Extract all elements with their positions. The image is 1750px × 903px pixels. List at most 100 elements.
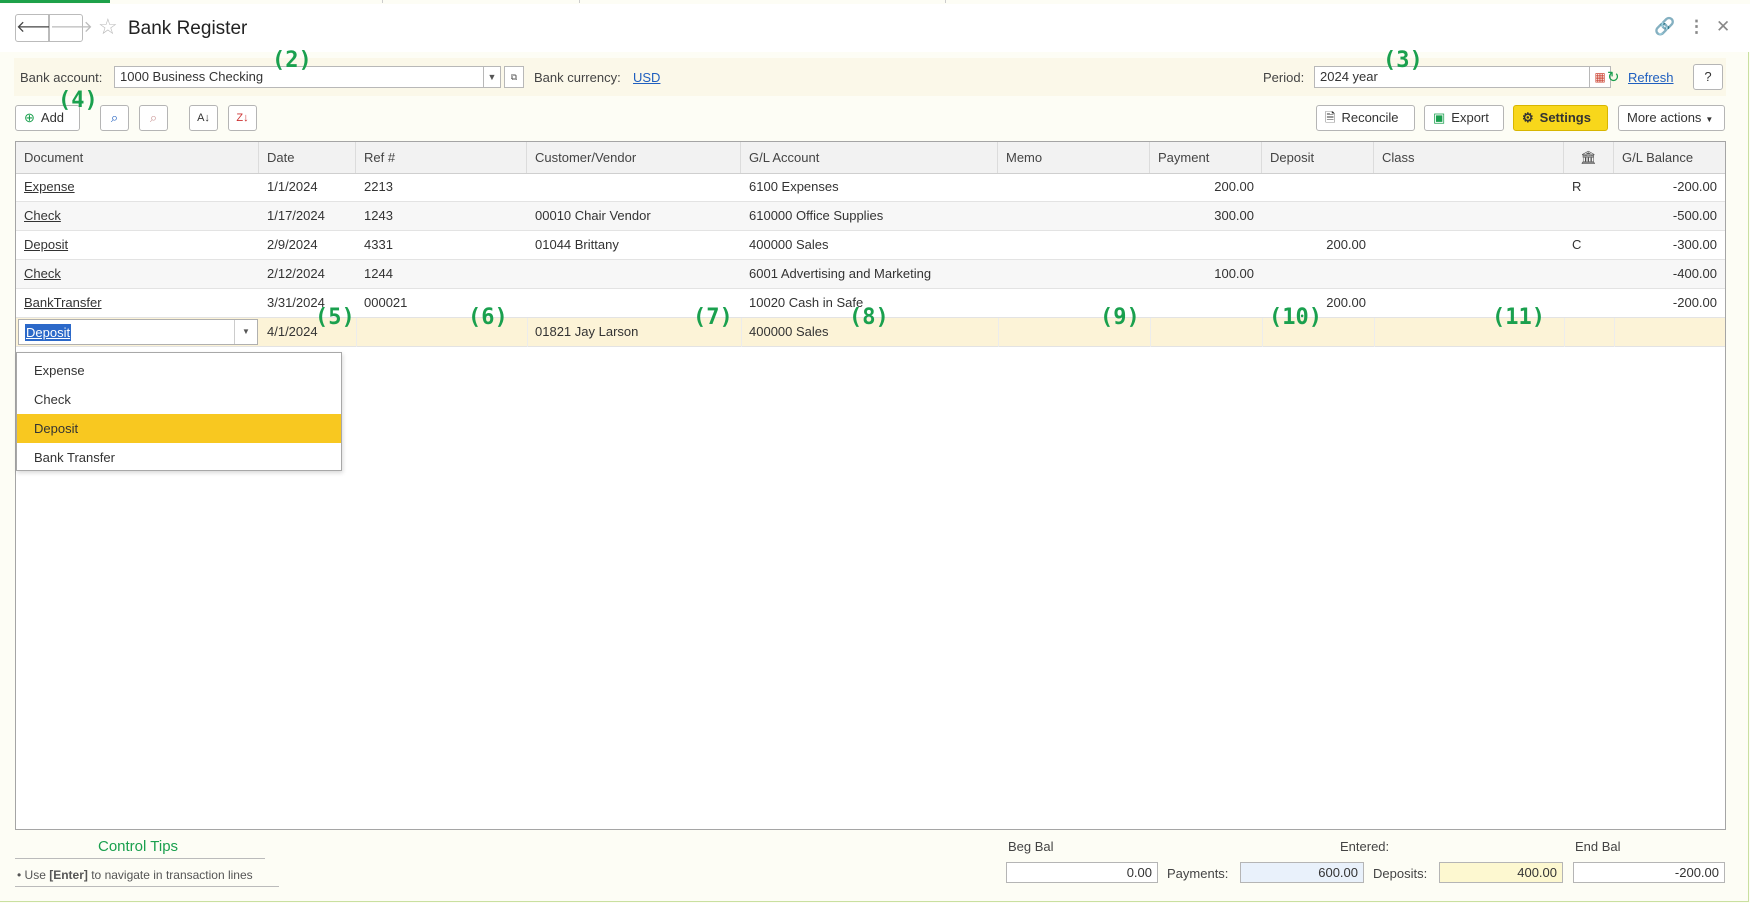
more-vert-icon[interactable]: ⋮ (1688, 18, 1705, 36)
sort-ascending-button[interactable]: A↓ (189, 105, 218, 131)
page-title: Bank Register (128, 18, 248, 39)
favorite-star-icon[interactable]: ☆ (98, 16, 118, 38)
chevron-down-icon: ▼ (487, 72, 497, 82)
end-bal-field: -200.00 (1573, 862, 1725, 883)
column-header-class[interactable]: Class (1374, 142, 1564, 173)
forward-button[interactable]: 🡒 (49, 14, 93, 42)
row-divider (356, 318, 357, 347)
period-label: Period: (1263, 70, 1305, 85)
export-button[interactable]: ▣ Export (1424, 105, 1504, 131)
document-type-dropdown: Expense Check Deposit Bank Transfer (16, 352, 342, 471)
close-icon[interactable]: ✕ (1716, 18, 1730, 36)
reconcile-button[interactable]: 🗎 Reconcile (1316, 105, 1415, 131)
row-divider (1564, 318, 1565, 347)
cell-ref: 1244 (364, 266, 393, 281)
help-button[interactable]: ? (1693, 64, 1723, 90)
more-actions-button[interactable]: More actions ▼ (1618, 105, 1725, 131)
cell-account: 6001 Advertising and Marketing (749, 266, 932, 281)
bank-currency-link[interactable]: USD (633, 70, 660, 85)
cell-customer: 00010 Chair Vendor (535, 208, 651, 223)
cell-memo (998, 202, 1150, 230)
document-type-editor[interactable]: Deposit ▼ (18, 319, 258, 345)
column-header-deposit[interactable]: Deposit (1262, 142, 1374, 173)
table-row[interactable]: Deposit 2/9/2024 4331 01044 Brittany 400000 … (16, 231, 1725, 260)
window-tab[interactable] (580, 0, 946, 3)
document-type-dropdown-button[interactable]: ▼ (234, 320, 257, 344)
cell-deposit: 200.00 (1326, 237, 1366, 252)
dropdown-option-bank-transfer[interactable]: Bank Transfer (17, 443, 341, 472)
document-type-value[interactable]: Deposit (25, 324, 72, 341)
cell-payment: 200.00 (1214, 179, 1254, 194)
column-header-customer-vendor[interactable]: Customer/Vendor (527, 142, 741, 173)
search-icon: ⌕ (110, 110, 119, 125)
bank-account-open-button[interactable]: ⧉ (504, 66, 524, 88)
reconcile-label: Reconcile (1341, 110, 1399, 125)
cell-status: R (1572, 179, 1582, 194)
sort-descending-button[interactable]: Z↓ (228, 105, 257, 131)
export-label: Export (1451, 110, 1489, 125)
cell-document[interactable]: BankTransfer (16, 289, 259, 317)
clear-search-button[interactable]: ⌕ (139, 105, 168, 131)
marker-6: (6) (468, 305, 508, 330)
cell-payment (1150, 231, 1262, 259)
cell-document[interactable]: Expense (16, 173, 259, 201)
refresh-link[interactable]: Refresh (1628, 70, 1674, 85)
sort-za-icon: Z↓ (236, 112, 249, 124)
dropdown-option-expense[interactable]: Expense (17, 356, 341, 385)
end-bal-label: End Bal (1575, 839, 1621, 854)
period-field[interactable]: 2024 year (1314, 66, 1590, 88)
deposits-label: Deposits: (1373, 866, 1428, 881)
cell-ref: 2213 (364, 179, 393, 194)
search-button[interactable]: ⌕ (100, 105, 129, 131)
column-header-gl-balance[interactable]: G/L Balance (1614, 142, 1725, 173)
open-window-icon: ⧉ (510, 72, 518, 82)
tip-suffix: to navigate in transaction lines (87, 868, 253, 882)
column-header-payment[interactable]: Payment (1150, 142, 1262, 173)
row-divider (741, 318, 742, 347)
cell-ref: 1243 (364, 208, 393, 223)
column-header-document[interactable]: Document (16, 142, 259, 173)
marker-7: (7) (693, 305, 733, 330)
cell-balance: -200.00 (1672, 179, 1717, 194)
more-actions-label: More actions (1627, 110, 1702, 125)
cell-memo (998, 173, 1150, 201)
row-divider (1374, 318, 1375, 347)
cell-class (1374, 260, 1564, 288)
window-tab[interactable] (383, 0, 580, 3)
export-icon: ▣ (1433, 110, 1446, 125)
bank-icon: 🏛 (1580, 150, 1597, 165)
payments-field: 600.00 (1240, 862, 1364, 883)
table-row[interactable]: Check 2/12/2024 1244 6001 Advertising and M… (16, 260, 1725, 289)
settings-button[interactable]: ⚙ Settings (1513, 105, 1608, 131)
cell-customer (527, 260, 741, 288)
beg-bal-field: 0.00 (1006, 862, 1158, 883)
window-tab[interactable] (0, 0, 383, 3)
control-tip: • Use [Enter] to navigate in transaction… (17, 868, 253, 882)
arrow-right-icon: 🡒 (50, 19, 93, 36)
add-circle-icon: ⊕ (24, 110, 35, 125)
cell-customer (527, 173, 741, 201)
column-header-ref[interactable]: Ref # (356, 142, 527, 173)
cell-document[interactable]: Deposit (16, 231, 259, 259)
link-icon[interactable]: 🔗 (1654, 18, 1675, 36)
back-button[interactable]: 🡐 (15, 14, 59, 42)
dropdown-option-deposit[interactable]: Deposit (17, 414, 341, 443)
cell-account: 400000 Sales (749, 237, 829, 252)
tip-key: [Enter] (49, 868, 88, 882)
column-header-memo[interactable]: Memo (998, 142, 1150, 173)
cell-date: 1/17/2024 (267, 208, 325, 223)
cell-payment: 300.00 (1214, 208, 1254, 223)
divider (15, 858, 265, 859)
column-header-reconciled[interactable]: 🏛 (1564, 142, 1614, 173)
refresh-icon[interactable]: ↻ (1607, 68, 1620, 86)
cell-document[interactable]: Check (16, 202, 259, 230)
dropdown-option-check[interactable]: Check (17, 385, 341, 414)
cell-deposit (1262, 260, 1374, 288)
column-header-gl-account[interactable]: G/L Account (741, 142, 998, 173)
table-row[interactable]: Check 1/17/2024 1243 00010 Chair Vendor 6100… (16, 202, 1725, 231)
table-row[interactable]: Expense 1/1/2024 2213 6100 Expenses 200.00 R -… (16, 173, 1725, 202)
cell-deposit (1262, 202, 1374, 230)
cell-document[interactable]: Check (16, 260, 259, 288)
bank-account-dropdown-button[interactable]: ▼ (483, 66, 501, 88)
column-header-date[interactable]: Date (259, 142, 356, 173)
